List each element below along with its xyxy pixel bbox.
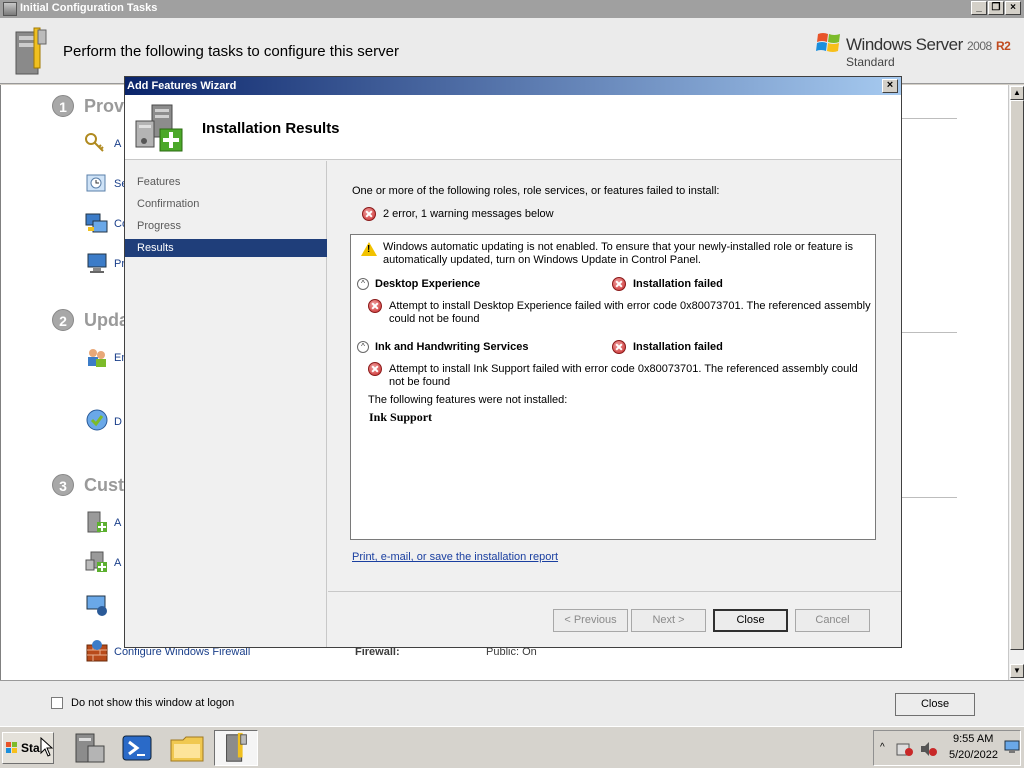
section-title: Upda (84, 310, 129, 330)
error-icon (368, 362, 382, 376)
windows-flag-icon (816, 33, 840, 52)
not-installed-item: Ink Support (369, 410, 433, 424)
previous-button[interactable]: < Previous (553, 609, 628, 632)
error-icon (368, 299, 382, 313)
section-divider (901, 497, 957, 498)
section-divider (901, 332, 957, 333)
scroll-up-arrow-icon[interactable]: ▲ (1010, 86, 1024, 100)
maximize-button[interactable]: ❐ (988, 1, 1004, 15)
dialog-title: Add Features Wizard (127, 80, 237, 92)
task-link[interactable]: A (114, 517, 121, 529)
result-message: not be found (389, 376, 451, 388)
result-message: Attempt to install Ink Support failed wi… (389, 363, 858, 375)
logo-release: R2 (995, 39, 1011, 53)
page-title: Perform the following tasks to configure… (63, 43, 399, 60)
intro-text: One or more of the following roles, role… (352, 185, 720, 197)
initial-config-tasks-icon[interactable] (214, 730, 258, 766)
do-not-show-checkbox[interactable] (51, 697, 63, 709)
task-link[interactable]: A (114, 138, 121, 150)
wizard-buttons: < Previous Next > Close Cancel (328, 591, 901, 647)
action-center-icon[interactable] (896, 741, 914, 757)
network-icon (85, 213, 108, 233)
result-status: Installation failed (633, 341, 723, 353)
minimize-button[interactable]: _ (971, 1, 987, 15)
server-manager-icon[interactable] (66, 730, 110, 766)
clock-icon (86, 174, 106, 192)
checkbox-label: Do not show this window at logon (71, 697, 235, 709)
system-tray: ^ (873, 730, 1021, 766)
window-title: Initial Configuration Tasks (20, 2, 158, 14)
dialog-heading: Installation Results (202, 120, 340, 137)
computer-icon (87, 253, 107, 273)
key-icon (85, 133, 104, 152)
result-name: Ink and Handwriting Services (375, 341, 529, 353)
add-features-icon (85, 551, 107, 572)
cancel-button[interactable]: Cancel (795, 609, 870, 632)
window-close-button[interactable]: × (1005, 1, 1021, 15)
volume-muted-icon[interactable] (920, 741, 938, 757)
results-content: One or more of the following roles, role… (328, 161, 901, 591)
not-installed-label: The following features were not installe… (368, 394, 568, 406)
vertical-scrollbar[interactable]: ▲ ▼ (1008, 85, 1024, 680)
nav-item-features[interactable]: Features (125, 173, 327, 191)
windows-flag-icon (6, 742, 17, 753)
add-roles-icon (87, 511, 107, 533)
clock-time[interactable]: 9:55 AM (953, 733, 993, 745)
error-summary: 2 error, 1 warning messages below (383, 208, 554, 220)
next-button[interactable]: Next > (631, 609, 706, 632)
scroll-down-arrow-icon[interactable]: ▼ (1010, 664, 1024, 678)
server-tasks-icon (15, 27, 47, 75)
add-features-wizard-dialog: Add Features Wizard × Installation Resul… (124, 76, 902, 648)
section-number: 2 (52, 309, 74, 331)
dialog-close-icon[interactable]: × (882, 79, 898, 93)
mouse-cursor-icon (40, 737, 54, 757)
nav-item-progress[interactable]: Progress (125, 217, 327, 235)
taskbar: Start ^ (0, 726, 1024, 768)
result-name: Desktop Experience (375, 278, 481, 290)
close-button[interactable]: Close (713, 609, 788, 632)
error-icon (612, 340, 626, 354)
section-divider (901, 118, 957, 119)
users-icon (88, 349, 106, 367)
task-link[interactable]: A (114, 557, 121, 569)
page-footer: Do not show this window at logon Close (0, 680, 1024, 726)
nav-item-results[interactable]: Results (125, 239, 327, 257)
result-message: Attempt to install Desktop Experience fa… (389, 300, 871, 312)
warning-text: Windows automatic updating is not enable… (383, 241, 854, 266)
explorer-folder-icon[interactable] (165, 730, 209, 766)
logo-version: 2008 (967, 39, 992, 53)
firewall-icon (86, 640, 108, 662)
result-status: Installation failed (633, 278, 723, 290)
section-number: 3 (52, 474, 74, 496)
results-list: ! Windows automatic updating is not enab… (350, 234, 876, 540)
dialog-header: Installation Results (125, 95, 901, 160)
windows-update-icon (86, 409, 108, 431)
server-tasks-icon (3, 2, 17, 16)
section-number: 1 (52, 95, 74, 117)
scroll-thumb[interactable] (1010, 100, 1024, 650)
show-hidden-icons-icon[interactable]: ^ (880, 742, 885, 753)
page-header: Perform the following tasks to configure… (0, 18, 1024, 84)
section-title: Provi (84, 96, 130, 116)
clock-date[interactable]: 5/20/2022 (949, 749, 998, 761)
add-features-icon (135, 104, 183, 152)
remote-desktop-icon (86, 595, 107, 616)
powershell-icon[interactable] (115, 730, 159, 766)
logo-edition: Standard (846, 55, 895, 69)
network-status-icon[interactable] (1004, 740, 1020, 754)
dialog-titlebar: Add Features Wizard × (125, 77, 901, 95)
logo-brand: Windows Server (846, 35, 963, 54)
report-link[interactable]: Print, e-mail, or save the installation … (352, 551, 558, 563)
task-link[interactable]: D (114, 416, 122, 428)
error-icon (612, 277, 626, 291)
nav-item-confirmation[interactable]: Confirmation (125, 195, 327, 213)
outer-close-button[interactable]: Close (895, 693, 975, 716)
outer-titlebar: Initial Configuration Tasks _ ❐ × (0, 0, 1024, 18)
collapse-icon[interactable]: ^ (357, 278, 369, 290)
error-icon (362, 207, 376, 221)
result-message: could not be found (389, 313, 480, 325)
windows-server-logo: Windows Server 2008 R2 Standard (816, 28, 1012, 78)
wizard-nav: Features Confirmation Progress Results (125, 161, 327, 647)
collapse-icon[interactable]: ^ (357, 341, 369, 353)
